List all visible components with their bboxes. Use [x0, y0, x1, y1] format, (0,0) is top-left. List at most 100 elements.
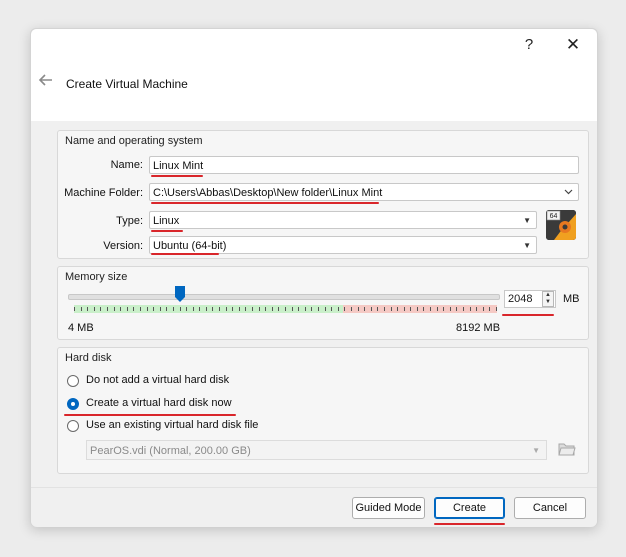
scale-tick — [172, 307, 174, 311]
scale-tick — [337, 307, 339, 311]
memory-value: 2048 — [508, 293, 533, 305]
scale-tick — [258, 307, 260, 311]
folder-open-icon — [558, 441, 578, 459]
scale-tick — [496, 307, 497, 311]
scale-tick — [443, 307, 445, 311]
dropdown-arrow-icon[interactable]: ▼ — [523, 212, 531, 230]
scale-tick — [383, 307, 385, 311]
memory-unsafe-range — [343, 305, 497, 313]
scale-tick — [245, 307, 247, 311]
scale-tick — [403, 307, 405, 311]
scale-tick — [113, 307, 115, 311]
help-button[interactable]: ? — [515, 33, 543, 57]
dropdown-arrow-icon[interactable]: ▼ — [523, 237, 531, 255]
machine-folder-value: C:\Users\Abbas\Desktop\New folder\Linux … — [153, 187, 383, 199]
scale-tick — [390, 307, 392, 311]
memory-stepper[interactable]: ▲ ▼ — [542, 291, 554, 307]
os-icon-badge: 64 — [550, 213, 558, 220]
version-value: Ubuntu (64-bit) — [153, 240, 227, 252]
scale-tick — [357, 307, 359, 311]
create-button[interactable]: Create — [434, 497, 505, 519]
memory-slider-thumb[interactable] — [174, 286, 185, 302]
scale-tick — [410, 307, 412, 311]
memory-slider-track[interactable] — [68, 294, 500, 300]
scale-tick — [159, 307, 161, 311]
scale-tick — [265, 307, 267, 311]
chevron-down-icon[interactable]: ▼ — [543, 299, 553, 306]
create-vm-dialog: ? ✕ Create Virtual Machine Name and oper… — [30, 28, 598, 527]
scale-tick — [186, 307, 188, 311]
scale-tick — [133, 307, 135, 311]
radio-existing-disk[interactable] — [67, 420, 79, 432]
scale-tick — [344, 307, 346, 311]
hard-disk-group: Hard disk Do not add a virtual hard disk… — [57, 347, 589, 474]
scale-tick — [350, 307, 352, 311]
content-area: Name and operating system Name: Linux Mi… — [31, 121, 597, 487]
scale-tick — [291, 307, 293, 311]
scale-tick — [285, 307, 286, 311]
chevron-up-icon[interactable]: ▲ — [543, 292, 553, 299]
folder-highlight — [151, 202, 379, 204]
scale-tick — [436, 307, 438, 311]
scale-tick — [205, 307, 207, 311]
scale-tick — [364, 307, 366, 311]
memory-group: Memory size 4 MB 8192 MB 2048 ▲ ▼ MB — [57, 266, 589, 340]
scale-tick — [370, 307, 372, 311]
version-label: Version: — [103, 240, 143, 252]
chevron-down-icon[interactable] — [564, 184, 573, 202]
radio-existing-disk-label[interactable]: Use an existing virtual hard disk file — [86, 419, 258, 431]
radio-no-disk[interactable] — [67, 375, 79, 387]
scale-tick — [463, 307, 465, 311]
scale-tick — [120, 307, 122, 311]
version-highlight — [151, 253, 219, 255]
radio-create-disk[interactable] — [67, 398, 79, 410]
scale-tick — [192, 307, 194, 311]
scale-tick — [166, 307, 168, 311]
back-arrow-icon[interactable] — [37, 71, 55, 89]
scale-tick — [311, 307, 313, 311]
scale-tick — [278, 307, 280, 311]
scale-tick — [232, 307, 234, 311]
type-label: Type: — [116, 215, 143, 227]
type-value: Linux — [153, 215, 180, 227]
scale-tick — [430, 307, 432, 311]
scale-tick — [87, 307, 89, 311]
name-os-group: Name and operating system Name: Linux Mi… — [57, 130, 589, 259]
radio-no-disk-label[interactable]: Do not add a virtual hard disk — [86, 374, 229, 386]
scale-tick — [93, 307, 95, 311]
close-button[interactable]: ✕ — [559, 33, 587, 57]
existing-disk-select: PearOS.vdi (Normal, 200.00 GB) ▼ — [86, 440, 547, 460]
scale-tick — [238, 307, 240, 311]
scale-tick — [377, 307, 379, 311]
scale-tick — [317, 307, 319, 311]
title-bar: ? ✕ — [31, 29, 597, 61]
memory-highlight — [502, 314, 554, 316]
radio-create-disk-label[interactable]: Create a virtual hard disk now — [86, 397, 232, 409]
scale-tick — [126, 307, 128, 311]
scale-tick — [106, 307, 108, 311]
footer: Guided Mode Create Cancel — [31, 487, 597, 527]
cancel-button[interactable]: Cancel — [514, 497, 586, 519]
scale-tick — [324, 307, 326, 311]
ubuntu-os-icon: 64 — [546, 210, 576, 240]
scale-tick — [469, 307, 471, 311]
dropdown-arrow-icon: ▼ — [532, 446, 540, 455]
scale-tick — [225, 307, 227, 311]
name-input[interactable]: Linux Mint — [149, 156, 579, 174]
scale-tick — [271, 307, 273, 311]
type-highlight — [151, 230, 183, 232]
scale-tick — [212, 307, 214, 311]
scale-tick — [298, 307, 300, 311]
memory-unit-label: MB — [563, 293, 580, 305]
name-highlight — [151, 175, 203, 177]
scale-tick — [219, 307, 221, 311]
guided-mode-button[interactable]: Guided Mode — [352, 497, 425, 519]
type-select[interactable]: Linux ▼ — [149, 211, 537, 229]
scale-tick — [423, 307, 425, 311]
version-select[interactable]: Ubuntu (64-bit) ▼ — [149, 236, 537, 254]
scale-tick — [416, 307, 418, 311]
scale-tick — [331, 307, 333, 311]
machine-folder-combo[interactable]: C:\Users\Abbas\Desktop\New folder\Linux … — [149, 183, 579, 201]
scale-tick — [74, 307, 75, 311]
create-highlight — [434, 523, 505, 525]
